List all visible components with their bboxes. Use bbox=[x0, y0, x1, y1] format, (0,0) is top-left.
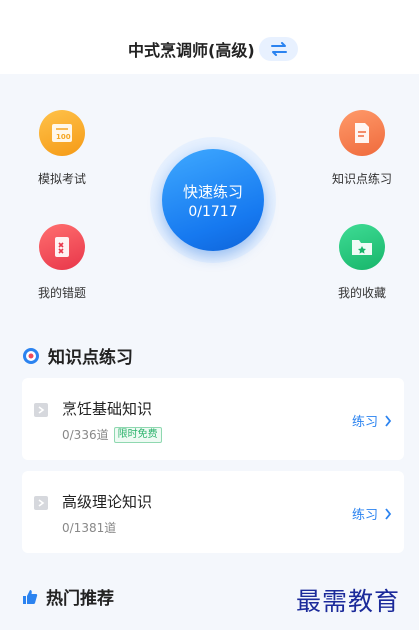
quick-practice-label: 快速练习 bbox=[182, 183, 243, 201]
quick-practice-button[interactable]: 快速练习 0/1717 bbox=[162, 149, 264, 251]
knowledge-section-title: 知识点练习 bbox=[22, 343, 133, 368]
item-progress: 0/1381道 bbox=[62, 521, 117, 535]
thumbs-up-icon bbox=[22, 589, 38, 605]
hot-section-title: 热门推荐 bbox=[22, 584, 114, 609]
knowledge-practice-label: 知识点练习 bbox=[331, 172, 392, 186]
chevron-right-icon bbox=[384, 414, 392, 427]
item-progress-row: 0/1381道 bbox=[62, 519, 116, 536]
hot-section-label: 热门推荐 bbox=[46, 589, 114, 609]
switch-subject-button[interactable] bbox=[259, 37, 298, 61]
exam-paper-icon: 100 bbox=[39, 110, 85, 156]
svg-text:100: 100 bbox=[56, 133, 71, 141]
quick-practice-progress: 0/1717 bbox=[188, 204, 238, 220]
practice-label: 练习 bbox=[351, 508, 378, 523]
knowledge-section-label: 知识点练习 bbox=[48, 348, 133, 368]
favorites-button[interactable]: 我的收藏 bbox=[317, 224, 407, 301]
item-progress: 0/336道 bbox=[62, 428, 109, 442]
list-item[interactable]: 烹饪基础知识 0/336道 限时免费 练习 bbox=[22, 378, 404, 460]
watermark-text: 最需教育 bbox=[296, 587, 401, 616]
item-progress-row: 0/336道 限时免费 bbox=[62, 426, 162, 443]
document-icon bbox=[339, 110, 385, 156]
target-icon bbox=[22, 347, 40, 365]
wrong-questions-icon bbox=[39, 224, 85, 270]
practice-button[interactable]: 练习 bbox=[352, 504, 392, 523]
knowledge-practice-button[interactable]: 知识点练习 bbox=[317, 110, 407, 187]
free-tag: 限时免费 bbox=[113, 426, 162, 443]
mock-exam-label: 模拟考试 bbox=[37, 172, 86, 186]
item-title: 高级理论知识 bbox=[62, 493, 153, 511]
list-item[interactable]: 高级理论知识 0/1381道 练习 bbox=[22, 471, 404, 553]
chevron-right-icon bbox=[384, 507, 392, 520]
practice-button[interactable]: 练习 bbox=[352, 411, 392, 430]
swap-arrows-icon bbox=[270, 42, 287, 56]
practice-label: 练习 bbox=[351, 415, 378, 430]
mock-exam-button[interactable]: 100 模拟考试 bbox=[17, 110, 107, 187]
wrong-questions-button[interactable]: 我的错题 bbox=[17, 224, 107, 301]
folder-star-icon bbox=[339, 224, 385, 270]
favorites-label: 我的收藏 bbox=[337, 286, 386, 300]
page-title: 中式烹调师(高级) bbox=[128, 41, 255, 60]
item-title: 烹饪基础知识 bbox=[62, 400, 153, 418]
chevron-right-icon bbox=[34, 403, 48, 417]
chevron-right-icon bbox=[34, 496, 48, 510]
wrong-questions-label: 我的错题 bbox=[37, 286, 86, 300]
header: 中式烹调师(高级) bbox=[0, 0, 419, 80]
